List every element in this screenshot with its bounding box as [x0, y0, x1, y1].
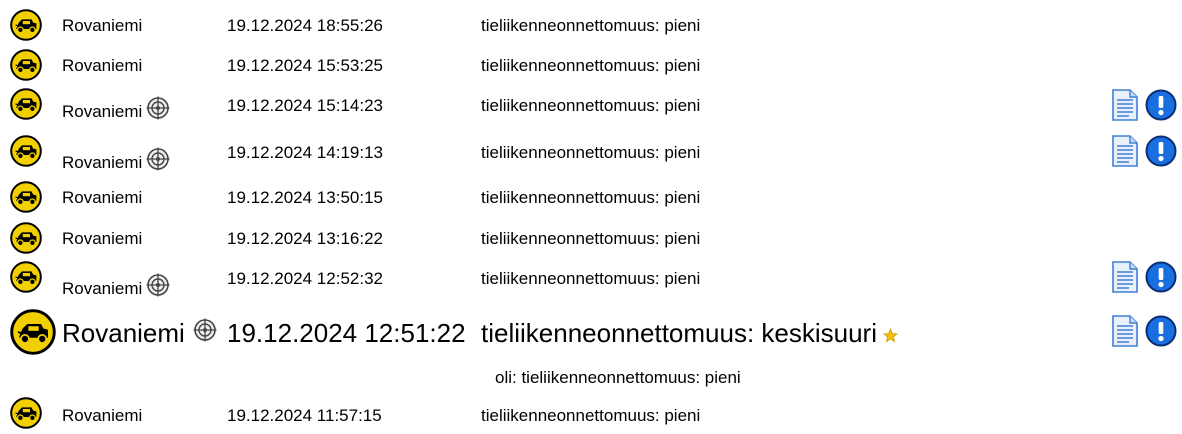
list-item: Rovaniemi 19.12.2024 11:57:15 tieliikenn… [0, 394, 1182, 434]
incident-type-text: tieliikenneonnettomuus: keskisuuri [481, 318, 877, 348]
previous-type-note: oli: tieliikenneonnettomuus: pieni [495, 368, 741, 387]
incident-type: tieliikenneonnettomuus: pieni [481, 143, 701, 162]
target-icon[interactable] [193, 318, 217, 342]
car-accident-icon [10, 135, 42, 167]
timestamp: 19.12.2024 13:16:22 [227, 229, 383, 248]
timestamp: 19.12.2024 14:19:13 [227, 143, 383, 162]
timestamp: 19.12.2024 15:53:25 [227, 56, 383, 75]
timestamp: 19.12.2024 15:14:23 [227, 96, 383, 115]
car-accident-icon [10, 9, 42, 41]
city-name: Rovaniemi [62, 153, 143, 172]
car-accident-icon [10, 397, 42, 429]
city-name: Rovaniemi [62, 102, 143, 121]
incident-type: tieliikenneonnettomuus: pieni [481, 188, 701, 207]
car-accident-icon [10, 222, 42, 254]
city-label: Rovaniemi [62, 96, 170, 122]
exclamation-icon[interactable] [1145, 315, 1177, 347]
city-name: Rovaniemi [62, 318, 185, 348]
target-icon[interactable] [146, 96, 170, 120]
list-item: Rovaniemi 19.12.2024 13:50:15 tieliikenn… [0, 180, 1182, 220]
document-icon[interactable] [1112, 261, 1138, 293]
timestamp: 19.12.2024 13:50:15 [227, 188, 383, 207]
exclamation-icon[interactable] [1145, 89, 1177, 121]
document-icon[interactable] [1112, 89, 1138, 121]
city-label: Rovaniemi [62, 147, 170, 173]
city-label: Rovaniemi [62, 273, 170, 299]
list-item: Rovaniemi 19.12.2024 14:19:13 tieliikenn… [0, 133, 1182, 173]
car-accident-icon [10, 309, 56, 355]
city-label: Rovaniemi [62, 188, 143, 207]
city-name: Rovaniemi [62, 279, 143, 298]
target-icon[interactable] [146, 273, 170, 297]
list-item-highlighted: Rovaniemi 19.12.2024 12:51:22 tieliikenn… [0, 306, 1182, 362]
timestamp: 19.12.2024 12:52:32 [227, 269, 383, 288]
target-icon[interactable] [146, 147, 170, 171]
city-label: Rovaniemi [62, 229, 143, 248]
timestamp: 19.12.2024 18:55:26 [227, 16, 383, 35]
incident-type: tieliikenneonnettomuus: pieni [481, 96, 701, 115]
timestamp: 19.12.2024 11:57:15 [227, 406, 382, 425]
list-item: Rovaniemi 19.12.2024 15:14:23 tieliikenn… [0, 86, 1182, 126]
document-icon[interactable] [1112, 135, 1138, 167]
incident-type: tieliikenneonnettomuus: pieni [481, 16, 701, 35]
timestamp: 19.12.2024 12:51:22 [227, 318, 466, 348]
star-icon [883, 328, 898, 343]
accident-list: Rovaniemi 19.12.2024 18:55:26 tieliikenn… [0, 0, 1182, 434]
incident-type: tieliikenneonnettomuus: pieni [481, 406, 701, 425]
incident-type: tieliikenneonnettomuus: pieni [481, 229, 701, 248]
car-accident-icon [10, 181, 42, 213]
exclamation-icon[interactable] [1145, 261, 1177, 293]
car-accident-icon [10, 88, 42, 120]
city-label: Rovaniemi [62, 56, 143, 75]
list-item: Rovaniemi 19.12.2024 15:53:25 tieliikenn… [0, 46, 1182, 86]
incident-type: tieliikenneonnettomuus: pieni [481, 56, 701, 75]
city-label: Rovaniemi [62, 318, 217, 349]
document-icon[interactable] [1112, 315, 1138, 347]
list-item: Rovaniemi 19.12.2024 12:52:32 tieliikenn… [0, 260, 1182, 300]
city-label: Rovaniemi [62, 406, 143, 425]
list-item: Rovaniemi 19.12.2024 18:55:26 tieliikenn… [0, 4, 1182, 44]
list-item: Rovaniemi 19.12.2024 13:16:22 tieliikenn… [0, 221, 1182, 261]
car-accident-icon [10, 261, 42, 293]
city-label: Rovaniemi [62, 16, 143, 35]
exclamation-icon[interactable] [1145, 135, 1177, 167]
incident-type: tieliikenneonnettomuus: pieni [481, 269, 701, 288]
incident-type: tieliikenneonnettomuus: keskisuuri [481, 318, 898, 349]
car-accident-icon [10, 49, 42, 81]
